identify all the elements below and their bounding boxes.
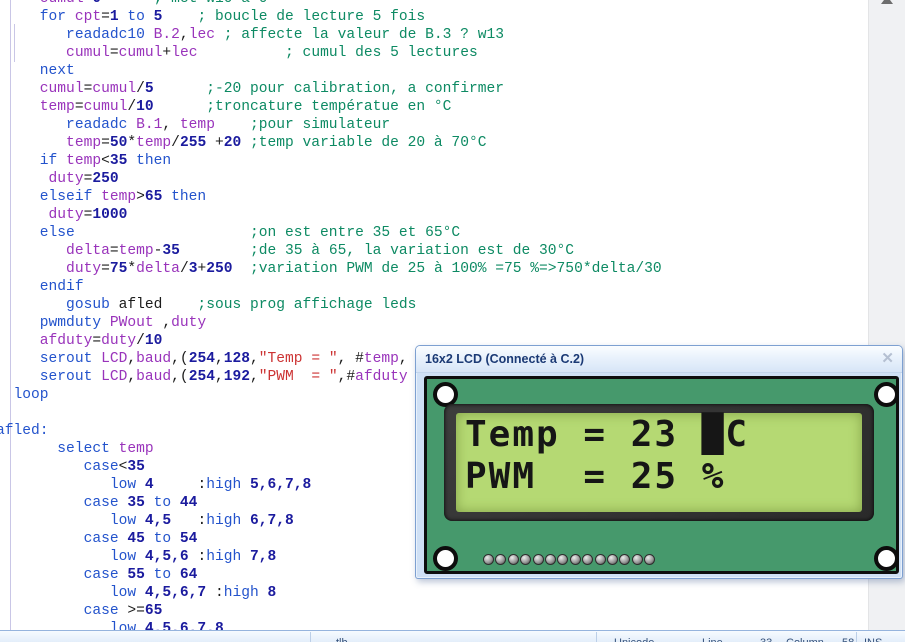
lcd-pin: [606, 554, 618, 565]
code-line: gosub afled ;sous prog affichage leds: [0, 297, 417, 313]
mount-hole-top-right: [874, 382, 899, 407]
status-text: Line: [702, 637, 723, 642]
status-text: 58: [842, 637, 854, 642]
scroll-up-arrow-icon[interactable]: [881, 0, 893, 4]
lcd-pin: [507, 554, 519, 565]
code-line: low 4,5,6,7,8: [0, 621, 224, 630]
lcd-pin: [631, 554, 643, 565]
lcd-pin: [594, 554, 606, 565]
status-bar: tlb Unicode Line 33 Column 58 INS: [0, 630, 905, 642]
lcd-pin: [495, 554, 507, 565]
code-line: duty=1000: [0, 207, 128, 223]
lcd-pin: [619, 554, 631, 565]
lcd-display: Temp = 23 █C PWM = 25 %: [456, 413, 862, 512]
status-text: Unicode: [614, 637, 654, 642]
lcd-pin: [557, 554, 569, 565]
lcd-pin: [520, 554, 532, 565]
status-text: 33: [760, 637, 772, 642]
code-line: cumul=cumul+lec ; cumul des 5 lectures: [0, 45, 478, 61]
code-line: duty=250: [0, 171, 119, 187]
code-line: if temp<35 then: [0, 153, 172, 169]
lcd-pin: [569, 554, 581, 565]
code-line: endif: [0, 279, 84, 295]
code-line: delta=temp-35 ;de 35 à 65, la variation …: [0, 243, 575, 259]
lcd-pin: [582, 554, 594, 565]
lcd-window-titlebar[interactable]: 16x2 LCD (Connecté à C.2) ✕: [416, 346, 902, 373]
lcd-pin: [544, 554, 556, 565]
code-line: readadc10 B.2,lec ; affecte la valeur de…: [0, 27, 504, 43]
lcd-pin: [644, 554, 656, 565]
mount-hole-bottom-right: [874, 546, 899, 571]
status-text: Column: [786, 637, 824, 642]
status-text: INS: [864, 637, 882, 642]
code-line: next: [0, 63, 75, 79]
close-icon[interactable]: ✕: [881, 350, 894, 368]
lcd-line-1: Temp = 23 █C: [465, 414, 750, 455]
status-text: tlb: [336, 637, 348, 642]
lcd-bezel: Temp = 23 █C PWM = 25 %: [444, 404, 874, 521]
app-screen: cumul=0 ; met w10 à 0 for cpt=1 to 5 ; b…: [0, 0, 905, 642]
status-divider: [596, 632, 597, 642]
code-line: elseif temp>65 then: [0, 189, 207, 205]
code-line: temp=50*temp/255 +20 ;temp variable de 2…: [0, 135, 487, 151]
code-line: duty=75*delta/3+250 ;variation PWM de 25…: [0, 261, 662, 277]
code-line: pwmduty PWout ,duty: [0, 315, 207, 331]
lcd-pin-row: [483, 554, 656, 565]
lcd-pin: [483, 554, 494, 565]
lcd-line-2: PWM = 25 %: [465, 456, 726, 497]
code-line: else ;on est entre 35 et 65°C: [0, 225, 461, 241]
code-line: temp=cumul/10 ;troncature températue en …: [0, 99, 452, 115]
mount-hole-bottom-left: [433, 546, 458, 571]
status-divider: [310, 632, 311, 642]
lcd-pcb-board: Temp = 23 █C PWM = 25 %: [424, 376, 899, 574]
lcd-window-title: 16x2 LCD (Connecté à C.2): [425, 352, 585, 366]
lcd-simulator-window: 16x2 LCD (Connecté à C.2) ✕ Temp = 23 █C…: [415, 345, 903, 579]
code-line: for cpt=1 to 5 ; boucle de lecture 5 foi…: [0, 9, 426, 25]
code-line: cumul=cumul/5 ;-20 pour calibration, a c…: [0, 81, 504, 97]
lcd-pin: [532, 554, 544, 565]
code-line: case >=65: [0, 603, 163, 619]
code-line: cumul=0 ; met w10 à 0: [0, 0, 662, 8]
code-line: low 4,5,6,7 :high 8: [0, 585, 277, 601]
status-divider: [856, 632, 857, 642]
code-line: readadc B.1, temp ;pour simulateur: [0, 117, 391, 133]
